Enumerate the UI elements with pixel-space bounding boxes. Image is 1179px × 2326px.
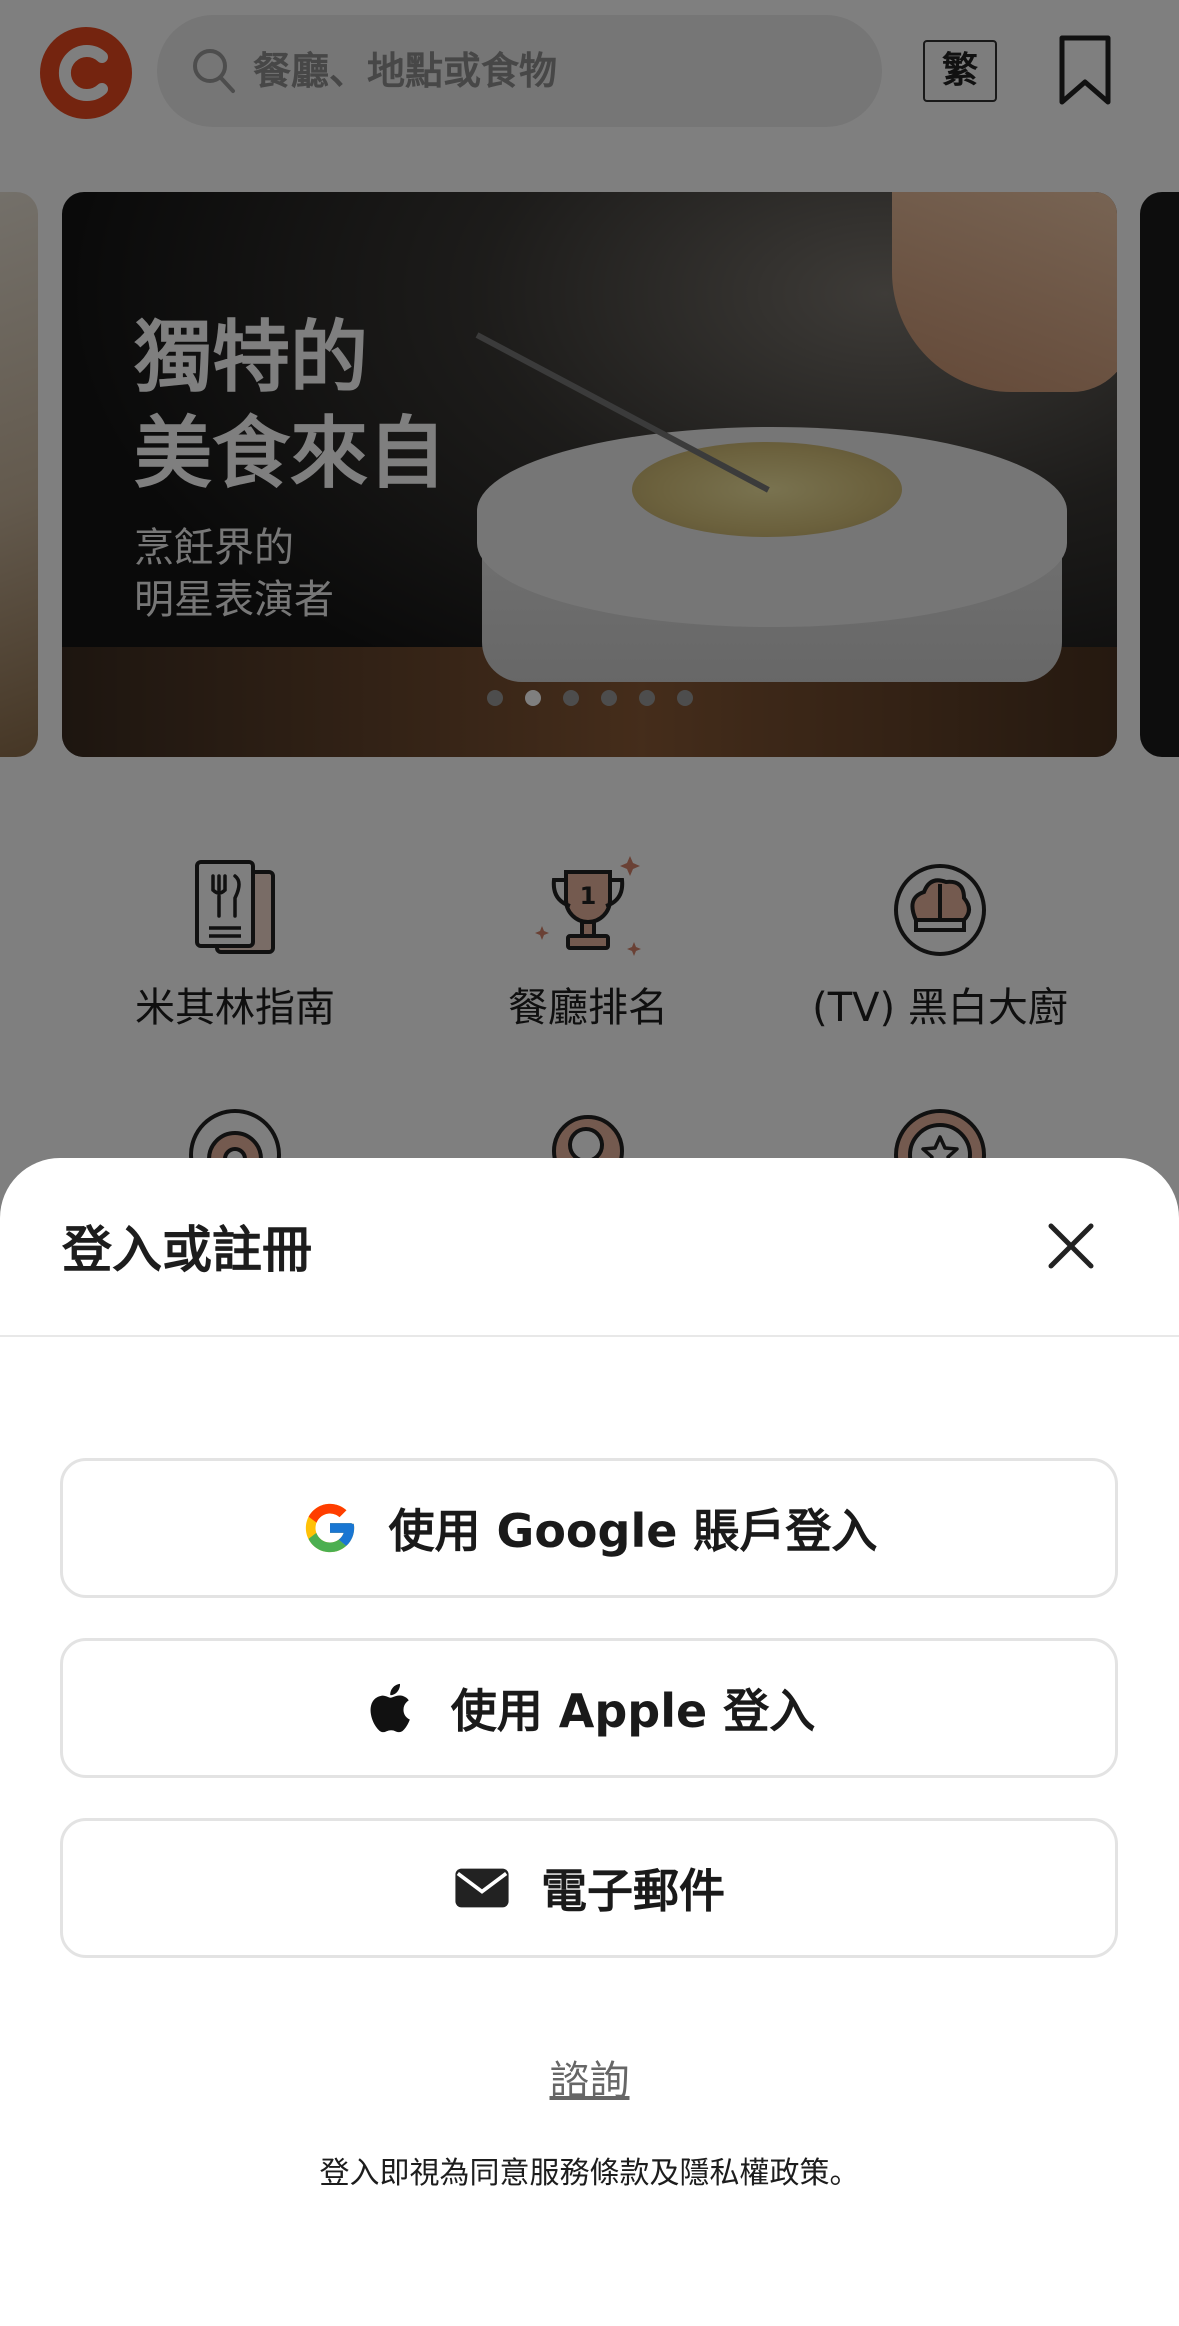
email-login-label: 電子郵件 — [541, 1864, 725, 1918]
google-login-label: 使用 Google 賬戶登入 — [388, 1504, 878, 1558]
app-page: 餐廳、地點或食物 繁 獨特的 美食來自 烹飪界的 明星表演者 — [0, 0, 1179, 2326]
sheet-divider — [0, 1335, 1179, 1337]
sheet-title: 登入或註冊 — [62, 1221, 312, 1279]
apple-icon — [370, 1683, 410, 1733]
email-icon — [455, 1868, 509, 1908]
email-login-button[interactable]: 電子郵件 — [60, 1818, 1118, 1958]
google-login-button[interactable]: 使用 Google 賬戶登入 — [60, 1458, 1118, 1598]
apple-login-button[interactable]: 使用 Apple 登入 — [60, 1638, 1118, 1778]
apple-login-label: 使用 Apple 登入 — [450, 1684, 816, 1738]
close-icon[interactable] — [1045, 1220, 1097, 1272]
google-icon — [305, 1503, 354, 1553]
login-bottom-sheet: 登入或註冊 使用 Google 賬戶登入 使用 Apple 登入 電子郵件 諮詢… — [0, 1158, 1179, 2326]
inquiry-link[interactable]: 諮詢 — [0, 2048, 1179, 2106]
terms-notice: 登入即視為同意服務條款及隱私權政策。 — [319, 2156, 860, 2191]
